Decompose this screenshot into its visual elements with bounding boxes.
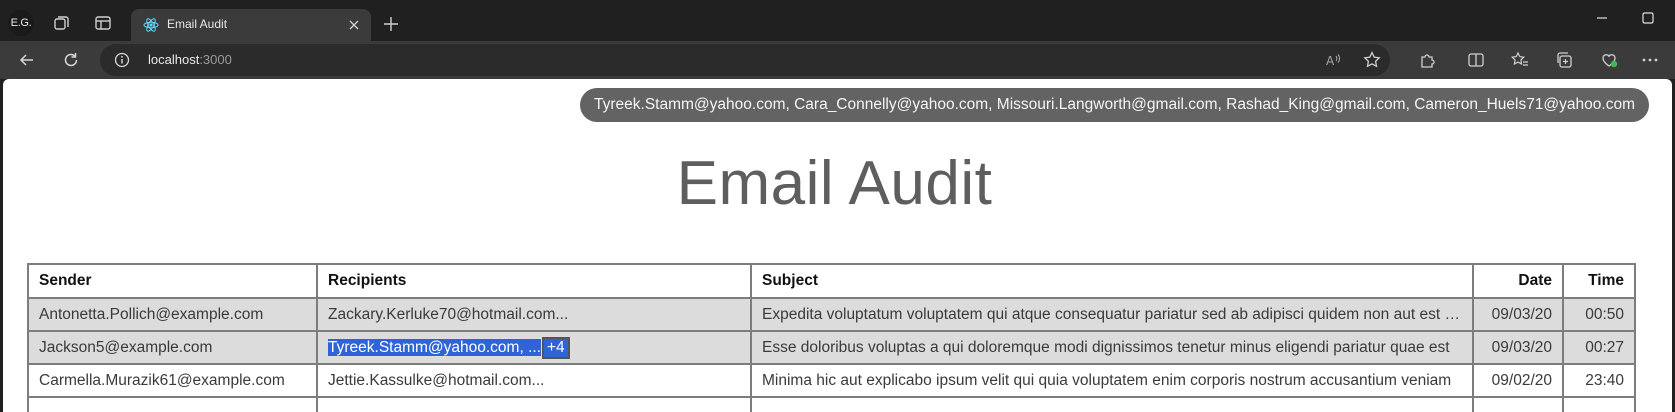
subject-cell: Minima hic aut explicabo ipsum velit qui… (750, 363, 1474, 398)
table-row[interactable] (27, 396, 1636, 412)
page-viewport: Tyreek.Stamm@yahoo.com, Cara_Connelly@ya… (3, 79, 1672, 412)
recipients-tooltip: Tyreek.Stamm@yahoo.com, Cara_Connelly@ya… (580, 88, 1649, 122)
subject-cell: Esse doloribus voluptas a qui doloremque… (750, 330, 1474, 365)
site-info-icon[interactable] (114, 52, 130, 68)
extensions-icon[interactable] (1418, 50, 1438, 70)
column-header-recipients[interactable]: Recipients (316, 263, 752, 299)
more-recipients-badge[interactable]: +4 (542, 336, 570, 359)
date-cell: 09/03/20 (1472, 297, 1564, 332)
time-cell: 00:50 (1562, 297, 1636, 332)
more-options-icon[interactable] (1640, 50, 1660, 70)
column-header-sender[interactable]: Sender (27, 263, 318, 299)
time-cell (1562, 396, 1636, 412)
column-header-time[interactable]: Time (1562, 263, 1636, 299)
table-row[interactable]: Antonetta.Pollich@example.com Zackary.Ke… (27, 297, 1636, 332)
sender-cell (27, 396, 318, 412)
browser-toolbar: localhost:3000 A (0, 41, 1675, 79)
tab-title: Email Audit (167, 17, 228, 31)
time-cell: 00:27 (1562, 330, 1636, 365)
recipients-cell: Jettie.Kassulke@hotmail.com... (316, 363, 752, 398)
date-cell: 09/02/20 (1472, 363, 1564, 398)
column-header-date[interactable]: Date (1472, 263, 1564, 299)
collections-icon[interactable] (1555, 50, 1575, 70)
table-row[interactable]: Jackson5@example.com Tyreek.Stamm@yahoo.… (27, 330, 1636, 365)
browser-titlebar: E.G. Email Audit (0, 0, 1675, 41)
close-icon[interactable] (347, 18, 361, 32)
sender-cell: Antonetta.Pollich@example.com (27, 297, 318, 332)
table-header-row: Sender Recipients Subject Date Time (27, 263, 1636, 299)
back-icon[interactable] (17, 50, 37, 70)
profile-avatar[interactable]: E.G. (8, 10, 34, 36)
new-tab-icon[interactable] (381, 14, 401, 34)
date-cell: 09/03/20 (1472, 330, 1564, 365)
recipients-cell: Tyreek.Stamm@yahoo.com, ... +4 (316, 330, 752, 365)
sender-cell: Jackson5@example.com (27, 330, 318, 365)
subject-cell: Expedita voluptatum voluptatem qui atque… (750, 297, 1474, 332)
recipients-text-selected: Tyreek.Stamm@yahoo.com, ... (328, 338, 541, 356)
svg-text:A: A (1326, 54, 1335, 68)
time-cell: 23:40 (1562, 363, 1636, 398)
date-cell (1472, 396, 1564, 412)
email-audit-table: Sender Recipients Subject Date Time Anto… (27, 263, 1636, 412)
favorites-icon[interactable] (1510, 50, 1530, 70)
table-row[interactable]: Carmella.Murazik61@example.com Jettie.Ka… (27, 363, 1636, 398)
split-screen-icon[interactable] (1466, 50, 1486, 70)
read-aloud-icon[interactable]: A (1324, 50, 1344, 70)
address-bar[interactable]: localhost:3000 A (100, 44, 1390, 76)
minimize-icon[interactable] (1592, 8, 1612, 28)
favorite-star-icon[interactable] (1362, 50, 1382, 70)
tab-email-audit[interactable]: Email Audit (131, 9, 371, 41)
tab-actions-icon[interactable] (92, 12, 114, 34)
page-title: Email Audit (676, 149, 993, 218)
maximize-icon[interactable] (1638, 8, 1658, 28)
workspaces-icon[interactable] (50, 12, 72, 34)
refresh-icon[interactable] (61, 50, 81, 70)
browser-essentials-icon[interactable] (1599, 50, 1619, 70)
react-icon (143, 18, 159, 32)
url-text: localhost:3000 (148, 52, 232, 67)
recipients-cell: Zackary.Kerluke70@hotmail.com... (316, 297, 752, 332)
recipients-cell (316, 396, 752, 412)
column-header-subject[interactable]: Subject (750, 263, 1474, 299)
sender-cell: Carmella.Murazik61@example.com (27, 363, 318, 398)
subject-cell (750, 396, 1474, 412)
